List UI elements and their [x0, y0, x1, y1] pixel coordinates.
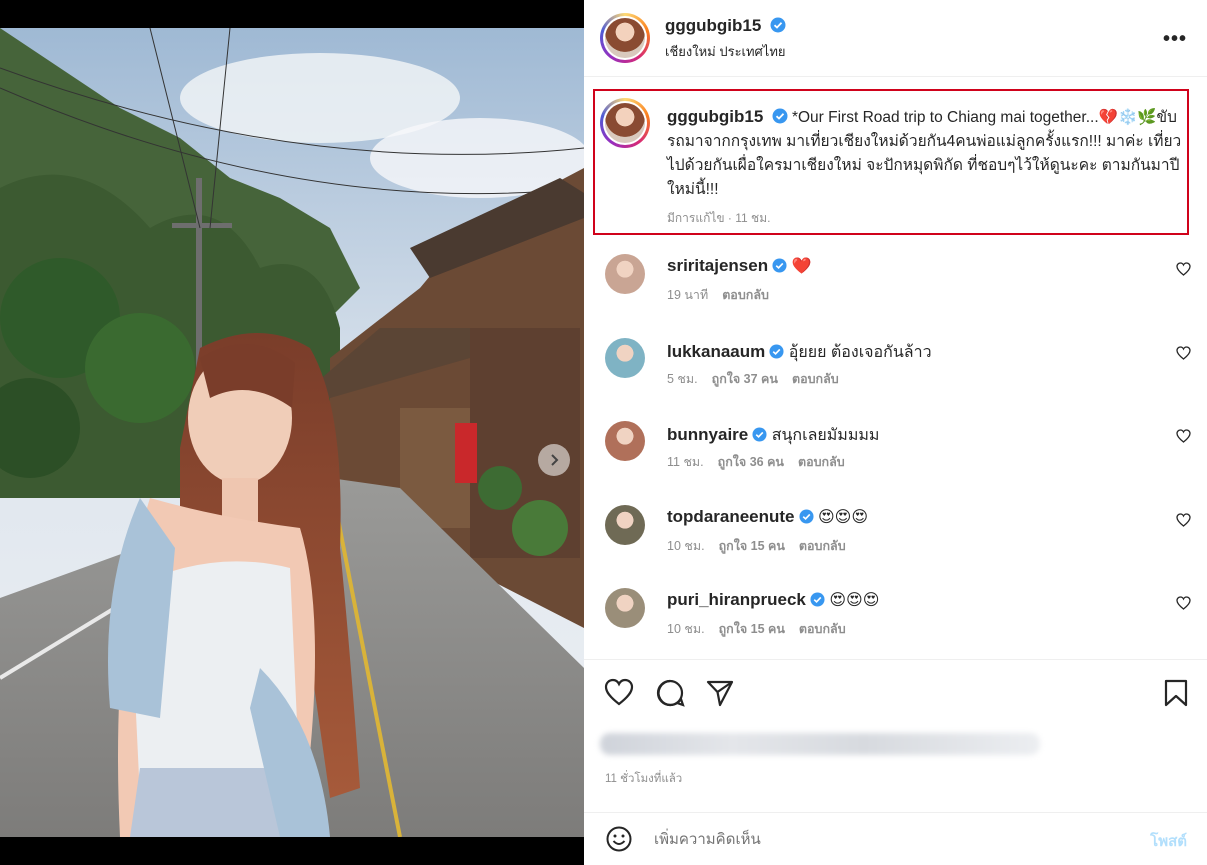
verified-badge-icon	[772, 108, 788, 124]
comment-like-icon[interactable]	[1176, 346, 1191, 360]
comment-text: ❤️	[791, 258, 812, 275]
author-info: gggubgib15 เชียงใหม่ ประเทศไทย	[665, 16, 786, 62]
post-header: gggubgib15 เชียงใหม่ ประเทศไทย •••	[584, 0, 1207, 77]
comment-row: sriritajensen ❤️ 19 นาที ตอบกลับ	[584, 254, 1207, 334]
comment-meta: 10 ชม. ถูกใจ 15 คน ตอบกลับ	[667, 536, 860, 556]
action-bar: 11 ชั่วโมงที่แล้ว	[584, 659, 1207, 819]
comment-meta: 19 นาที ตอบกลับ	[667, 285, 783, 305]
commenter-avatar[interactable]	[605, 505, 645, 545]
verified-badge-icon	[810, 592, 825, 607]
comment-line: sriritajensen ❤️	[667, 256, 811, 276]
next-photo-button[interactable]	[538, 444, 570, 476]
caption-avatar[interactable]	[600, 98, 650, 148]
comment-text: สนุกเลยมัมมมม	[771, 427, 880, 444]
emoji-icon[interactable]	[606, 826, 632, 852]
comment-input[interactable]	[654, 827, 1114, 851]
post-time-ago: 11 ชั่วโมงที่แล้ว	[605, 773, 683, 785]
commenter-avatar[interactable]	[605, 421, 645, 461]
comment-time: 19 นาที	[667, 288, 709, 302]
comment-composer: โพสต์	[584, 812, 1207, 865]
post-comment-button[interactable]: โพสต์	[1150, 829, 1187, 853]
post-photo[interactable]	[0, 28, 584, 837]
comment-row: lukkanaaum อุ้ยยย ต้องเจอกันล้าว 5 ชม. ถูก…	[584, 338, 1207, 418]
comment-time: 10 ชม.	[667, 539, 705, 553]
comment-line: bunnyaire สนุกเลยมัมมมม	[667, 423, 879, 448]
reply-button[interactable]: ตอบกลับ	[722, 288, 769, 302]
comment-time: 11 ชม.	[667, 455, 704, 469]
comment-icon[interactable]	[655, 678, 685, 708]
comment-text: 😍😍😍	[817, 509, 869, 526]
comment-row: puri_hiranprueck 😍😍😍 10 ชม. ถูกใจ 15 คน ตอบ…	[584, 588, 1207, 668]
verified-badge-icon	[772, 258, 787, 273]
heart-icon[interactable]	[604, 678, 634, 706]
bookmark-icon[interactable]	[1164, 679, 1188, 707]
commenter-avatar[interactable]	[605, 254, 645, 294]
author-avatar[interactable]	[600, 13, 650, 63]
reply-button[interactable]: ตอบกลับ	[799, 622, 846, 636]
comment-text: อุ้ยยย ต้องเจอกันล้าว	[788, 344, 932, 361]
commenter-username[interactable]: sriritajensen	[667, 256, 768, 275]
share-icon[interactable]	[706, 679, 734, 707]
post-image	[0, 28, 584, 837]
comment-meta: 5 ชม. ถูกใจ 37 คน ตอบกลับ	[667, 369, 853, 389]
comment-time: 5 ชม.	[667, 372, 698, 386]
comment-row: topdaraneenute 😍😍😍 10 ชม. ถูกใจ 15 คน ตอบกล…	[584, 505, 1207, 585]
comment-text: 😍😍😍	[829, 592, 880, 609]
author-username[interactable]: gggubgib15	[665, 16, 761, 35]
commenter-avatar[interactable]	[605, 338, 645, 378]
commenter-username[interactable]: lukkanaaum	[667, 342, 765, 361]
caption-username[interactable]: gggubgib15	[667, 107, 763, 126]
verified-badge-icon	[770, 17, 786, 33]
comment-likes[interactable]: ถูกใจ 15 คน	[719, 539, 785, 553]
post-details-panel: gggubgib15 เชียงใหม่ ประเทศไทย ••• gggub…	[584, 0, 1207, 865]
comment-meta: 10 ชม. ถูกใจ 15 คน ตอบกลับ	[667, 619, 860, 639]
commenter-username[interactable]: puri_hiranprueck	[667, 590, 806, 609]
caption-meta: มีการแก้ไข · 11 ชม.	[667, 211, 771, 225]
comment-time: 10 ชม.	[667, 622, 705, 636]
post-location[interactable]: เชียงใหม่ ประเทศไทย	[665, 41, 786, 62]
comment-meta: 11 ชม. ถูกใจ 36 คน ตอบกลับ	[667, 452, 859, 472]
comment-likes[interactable]: ถูกใจ 37 คน	[712, 372, 778, 386]
verified-badge-icon	[799, 509, 814, 524]
reply-button[interactable]: ตอบกลับ	[792, 372, 839, 386]
comment-likes[interactable]: ถูกใจ 36 คน	[718, 455, 784, 469]
comment-line: lukkanaaum อุ้ยยย ต้องเจอกันล้าว	[667, 340, 932, 365]
reply-button[interactable]: ตอบกลับ	[798, 455, 845, 469]
comment-line: topdaraneenute 😍😍😍	[667, 507, 868, 527]
commenter-username[interactable]: bunnyaire	[667, 425, 748, 444]
comment-like-icon[interactable]	[1176, 513, 1191, 527]
comment-likes[interactable]: ถูกใจ 15 คน	[719, 622, 785, 636]
comment-row: bunnyaire สนุกเลยมัมมมม 11 ชม. ถูกใจ 36 คน…	[584, 421, 1207, 501]
comment-like-icon[interactable]	[1176, 262, 1191, 276]
comment-like-icon[interactable]	[1176, 429, 1191, 443]
comment-line: puri_hiranprueck 😍😍😍	[667, 590, 879, 610]
comment-like-icon[interactable]	[1176, 596, 1191, 610]
photo-pane	[0, 0, 584, 865]
commenter-avatar[interactable]	[605, 588, 645, 628]
caption: gggubgib15 *Our First Road trip to Chian…	[667, 105, 1182, 230]
reply-button[interactable]: ตอบกลับ	[799, 539, 846, 553]
chevron-right-icon	[551, 454, 559, 466]
verified-badge-icon	[769, 344, 784, 359]
commenter-username[interactable]: topdaraneenute	[667, 507, 795, 526]
more-options-icon[interactable]: •••	[1163, 28, 1187, 51]
likes-summary-blurred	[600, 733, 1040, 755]
verified-badge-icon	[752, 427, 767, 442]
